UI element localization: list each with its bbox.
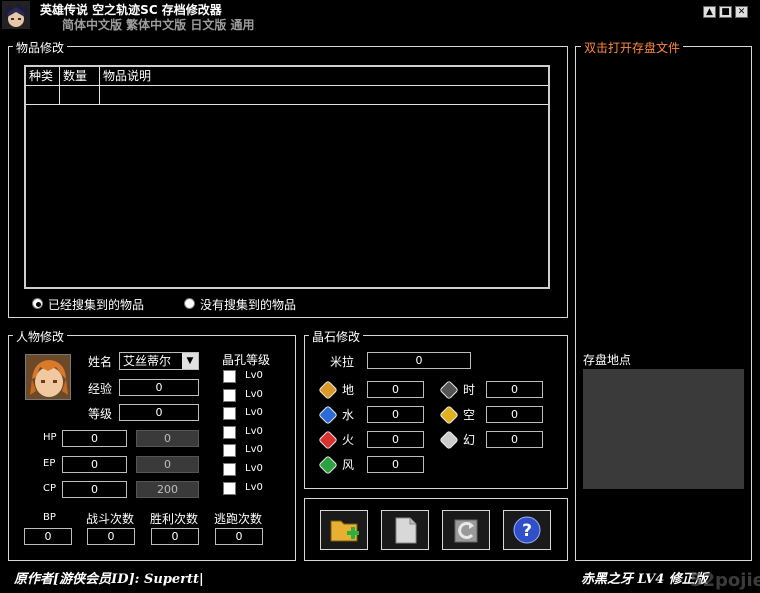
mirage-label: 幻: [463, 433, 476, 447]
help-button[interactable]: ?: [503, 510, 551, 550]
mira-field[interactable]: 0: [367, 352, 471, 369]
ep-max-field: 0: [136, 456, 199, 473]
table-row[interactable]: [26, 86, 548, 105]
slot-3-checkbox[interactable]: [223, 407, 236, 420]
column-header-quantity[interactable]: 数量: [60, 67, 100, 86]
bp-label: BP: [43, 512, 56, 523]
wind-label: 风: [342, 458, 355, 472]
folder-add-icon: [330, 520, 359, 542]
exp-field[interactable]: 0: [119, 379, 199, 396]
not-collected-items-label: 没有搜集到的物品: [200, 298, 297, 312]
slot-level-label: 晶孔等级: [222, 353, 271, 367]
battles-label: 战斗次数: [86, 512, 135, 526]
savefile-list[interactable]: [576, 58, 751, 344]
column-header-description[interactable]: 物品说明: [100, 67, 548, 86]
name-label: 姓名: [88, 355, 113, 369]
cp-label: CP: [43, 483, 57, 494]
slot-1-checkbox[interactable]: [223, 370, 236, 383]
wins-field[interactable]: 0: [151, 528, 199, 545]
version-credit: 赤黑之牙 LV4 修正版: [581, 572, 708, 587]
add-folder-button[interactable]: [320, 510, 368, 550]
save-location-box: [583, 369, 744, 489]
slot-3-level: Lv0: [245, 407, 263, 418]
close-button[interactable]: ✕: [735, 6, 748, 18]
svg-text:?: ?: [522, 521, 532, 541]
table-cell: [26, 86, 60, 105]
watermark: 52pojie: [690, 570, 760, 591]
open-savefile-hint[interactable]: 双击打开存盘文件: [581, 39, 684, 56]
exp-label: 经验: [88, 382, 113, 396]
battles-field[interactable]: 0: [87, 528, 135, 545]
slot-6-level: Lv0: [245, 463, 263, 474]
escapes-field[interactable]: 0: [215, 528, 263, 545]
wind-field[interactable]: 0: [367, 456, 424, 473]
fire-field[interactable]: 0: [367, 431, 424, 448]
help-icon: ?: [513, 516, 541, 544]
chevron-down-icon[interactable]: ▼: [182, 353, 198, 369]
ep-label: EP: [43, 458, 56, 469]
slot-2-level: Lv0: [245, 389, 263, 400]
items-list[interactable]: 种类 数量 物品说明: [24, 65, 550, 289]
space-label: 空: [463, 408, 476, 422]
slot-6-checkbox[interactable]: [223, 463, 236, 476]
collected-items-radio[interactable]: [32, 298, 43, 309]
collected-items-label: 已经搜集到的物品: [48, 298, 145, 312]
slot-5-checkbox[interactable]: [223, 444, 236, 457]
slot-7-checkbox[interactable]: [223, 482, 236, 495]
minimize-button[interactable]: ▲: [703, 6, 716, 18]
hp-max-field: 0: [136, 430, 199, 447]
name-select[interactable]: 艾丝蒂尔 ▼: [119, 352, 199, 370]
fire-label: 火: [342, 433, 355, 447]
time-label: 时: [463, 383, 476, 397]
items-group-title: 物品修改: [13, 39, 68, 56]
column-header-type[interactable]: 种类: [26, 67, 60, 86]
hp-label: HP: [43, 432, 57, 443]
refresh-icon: [454, 519, 478, 543]
maximize-button[interactable]: ■: [719, 6, 732, 18]
earth-label: 地: [342, 383, 355, 397]
time-field[interactable]: 0: [486, 381, 543, 398]
mirage-field[interactable]: 0: [486, 431, 543, 448]
title-bar: 英雄传说 空之轨迹SC 存档修改器 简体中文版 繁体中文版 日文版 通用 ▲ ■…: [0, 0, 760, 32]
earth-field[interactable]: 0: [367, 381, 424, 398]
mira-label: 米拉: [330, 355, 355, 369]
wins-label: 胜利次数: [150, 512, 199, 526]
slot-1-level: Lv0: [245, 370, 263, 381]
ep-field[interactable]: 0: [62, 456, 127, 473]
space-field[interactable]: 0: [486, 406, 543, 423]
cp-field[interactable]: 0: [62, 481, 127, 498]
document-icon: [395, 517, 417, 544]
app-subtitle: 简体中文版 繁体中文版 日文版 通用: [62, 18, 255, 32]
refresh-button[interactable]: [442, 510, 490, 550]
slot-4-level: Lv0: [245, 426, 263, 437]
hp-field[interactable]: 0: [62, 430, 127, 447]
save-location-label: 存盘地点: [583, 353, 632, 367]
slot-5-level: Lv0: [245, 444, 263, 455]
slot-7-level: Lv0: [245, 482, 263, 493]
author-credit: 原作者[游侠会员ID]: Supertt|: [14, 572, 204, 587]
bp-field[interactable]: 0: [24, 528, 72, 545]
slot-2-checkbox[interactable]: [223, 389, 236, 402]
level-label: 等级: [88, 407, 113, 421]
name-select-value: 艾丝蒂尔: [123, 354, 172, 368]
slot-4-checkbox[interactable]: [223, 426, 236, 439]
sepith-group-title: 晶石修改: [309, 328, 364, 345]
escapes-label: 逃跑次数: [214, 512, 263, 526]
character-group-title: 人物修改: [13, 328, 68, 345]
level-field[interactable]: 0: [119, 404, 199, 421]
app-icon: [2, 1, 30, 29]
table-cell: [60, 86, 100, 105]
items-list-header: 种类 数量 物品说明: [26, 67, 548, 86]
character-portrait: [25, 354, 71, 400]
cp-max-field: 200: [136, 481, 199, 498]
not-collected-items-radio[interactable]: [184, 298, 195, 309]
water-label: 水: [342, 408, 355, 422]
blank-document-button[interactable]: [381, 510, 429, 550]
water-field[interactable]: 0: [367, 406, 424, 423]
